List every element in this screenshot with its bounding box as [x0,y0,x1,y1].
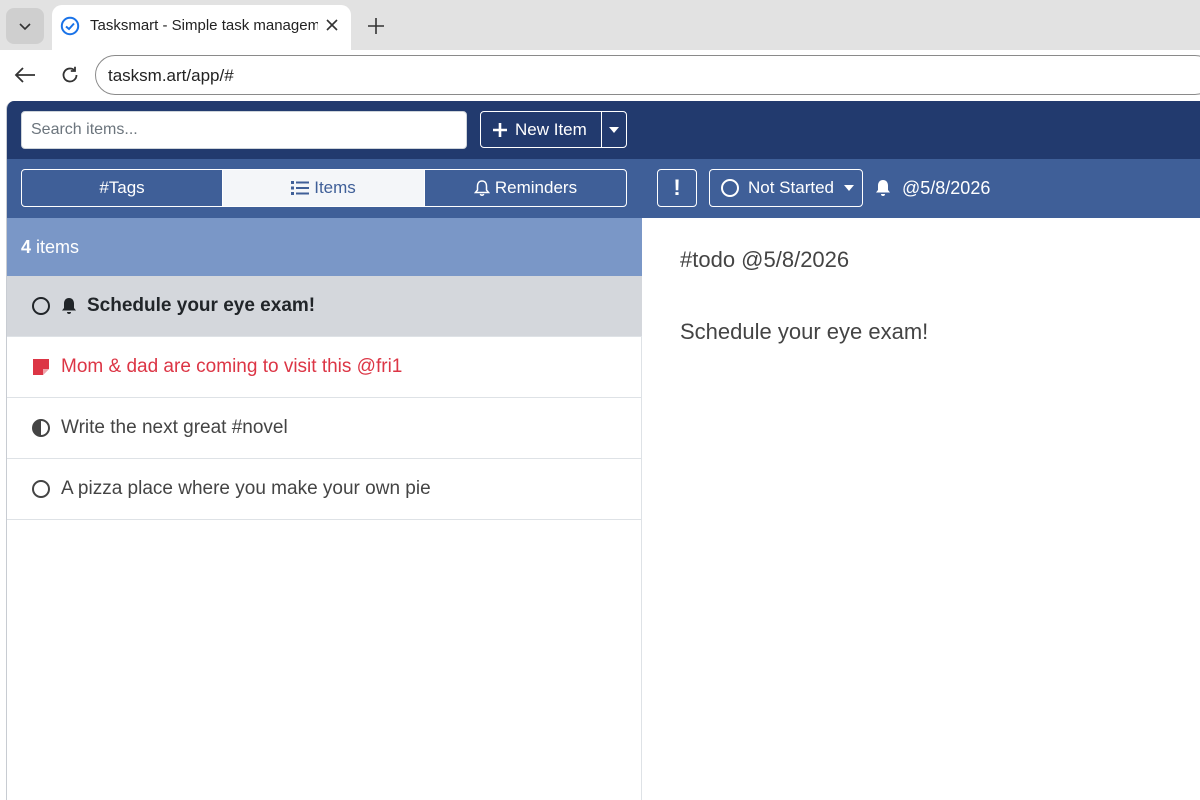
browser-tab[interactable]: Tasksmart - Simple task management [52,5,351,50]
plus-icon [493,122,507,137]
caret-down-icon [844,185,854,191]
new-item-dropdown-toggle[interactable] [601,111,627,148]
tab-items[interactable]: Items [222,169,425,207]
list-item[interactable]: Mom & dad are coming to visit this @fri1 [7,337,642,398]
address-bar[interactable]: tasksm.art/app/# [95,55,1200,95]
circle-outline-icon[interactable] [31,296,51,316]
bell-outline-icon [473,180,490,196]
list-item[interactable]: A pizza place where you make your own pi… [7,459,642,520]
list-item-text: Schedule your eye exam! [87,295,316,316]
close-tab-button[interactable] [322,15,342,35]
view-tabs: #Tags Items Reminders [7,159,642,218]
item-count-label: items [36,236,80,257]
list-item-text: A pizza place where you make your own pi… [61,478,431,499]
circle-outline-icon[interactable] [31,479,51,499]
reload-icon [62,66,78,83]
detail-tags-line: #todo @5/8/2026 [680,247,850,272]
sticky-note-icon[interactable] [31,357,51,377]
bell-icon [876,180,890,196]
tasksmart-app: New Item #Tags Items [6,101,1200,800]
new-tab-button[interactable] [362,12,390,40]
half-circle-icon[interactable] [31,418,51,438]
close-icon [326,19,338,31]
tab-items-label: Items [314,178,356,197]
browser-tab-bar: Tasksmart - Simple task management [0,0,1200,50]
tab-reminders[interactable]: Reminders [424,169,627,207]
list-item[interactable]: Write the next great #novel [7,398,642,459]
tab-title: Tasksmart - Simple task management [90,17,318,34]
browser-toolbar: tasksm.art/app/# [0,50,1200,100]
plus-icon [368,18,384,34]
tab-tags-label: #Tags [99,178,145,197]
url-text: tasksm.art/app/# [108,66,234,85]
item-count-bar: 4 items [7,218,642,276]
list-item-text: Mom & dad are coming to visit this @fri1 [61,356,403,377]
detail-top-bar [642,101,1200,159]
caret-down-icon [609,126,619,133]
new-item-button[interactable]: New Item [480,111,602,148]
item-count: 4 [21,236,32,257]
search-bar: New Item [7,101,642,159]
tab-tags[interactable]: #Tags [21,169,223,207]
new-item-label: New Item [515,119,587,139]
reminder-display[interactable]: @5/8/2026 [874,176,990,200]
tab-reminders-label: Reminders [494,178,578,197]
circle-outline-icon [721,179,739,197]
detail-body: Schedule your eye exam! [680,319,929,344]
bell-icon [59,296,79,316]
item-detail-pane: ! Not Started @5/8/2026 #todo @5/8/2026 … [642,101,1200,800]
list-icon [291,181,310,195]
tab-search-button[interactable] [6,8,44,44]
chevron-down-icon [19,23,31,31]
list-item-text: Write the next great #novel [61,417,288,438]
item-list-pane: New Item #Tags Items [7,101,642,800]
item-list: Schedule your eye exam! Mom & dad are co… [7,276,642,520]
status-label: Not Started [748,178,834,197]
back-button[interactable] [12,63,38,87]
priority-button[interactable]: ! [657,169,697,207]
arrow-left-icon [14,67,35,83]
status-dropdown[interactable]: Not Started [709,169,863,207]
priority-label: ! [673,175,681,200]
detail-toolbar: ! Not Started @5/8/2026 [642,159,1200,218]
reload-button[interactable] [58,63,82,87]
list-item[interactable]: Schedule your eye exam! [7,276,642,337]
check-circle-icon [60,16,80,36]
reminder-date: @5/8/2026 [902,177,991,198]
search-input[interactable] [21,111,467,149]
